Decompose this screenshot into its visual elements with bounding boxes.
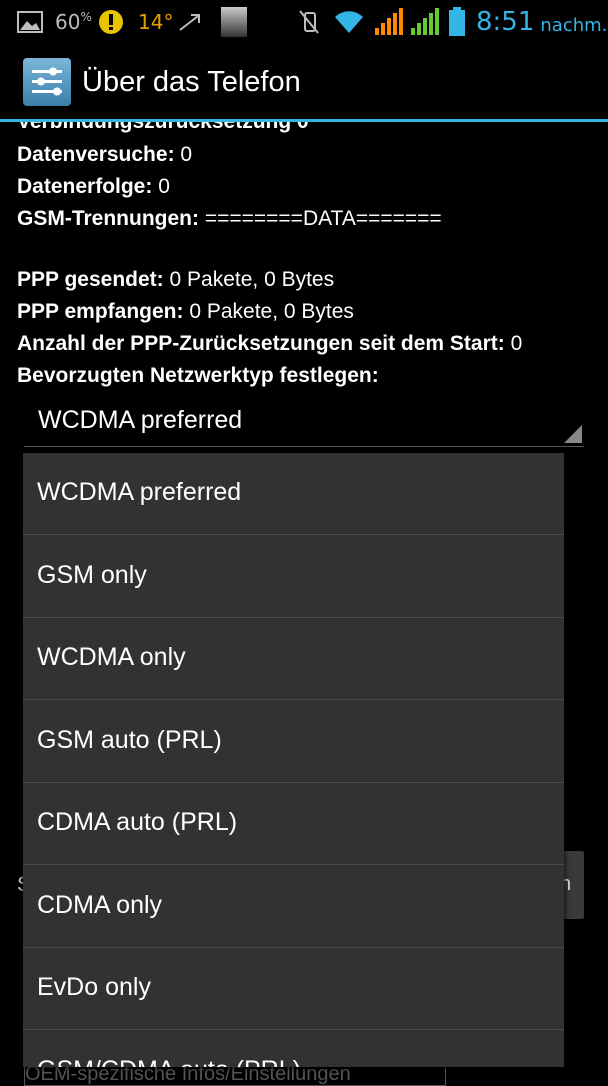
info-row: PPP gesendet: 0 Pakete, 0 Bytes bbox=[17, 268, 335, 291]
action-bar: Über das Telefon bbox=[0, 44, 608, 122]
option-label: WCDMA preferred bbox=[37, 478, 242, 506]
dropdown-option[interactable]: GSM only bbox=[23, 536, 564, 618]
option-label: WCDMA only bbox=[37, 643, 186, 671]
signal-strength-green-icon bbox=[410, 6, 440, 38]
info-row: Datenerfolge: 0 bbox=[17, 175, 170, 198]
wifi-icon bbox=[333, 6, 365, 38]
signal-strength-orange-icon bbox=[374, 6, 404, 38]
temperature-indicator: 14° bbox=[138, 6, 173, 38]
info-row: GSM-Trennungen: ========DATA======= bbox=[17, 207, 442, 230]
option-label: GSM auto (PRL) bbox=[37, 726, 222, 754]
clock-time: 8:51 bbox=[476, 7, 535, 37]
battery-icon bbox=[448, 6, 466, 38]
network-type-dropdown: WCDMA preferred GSM only WCDMA only GSM … bbox=[23, 453, 564, 1067]
option-label: CDMA only bbox=[37, 891, 163, 919]
battery-percent-text: 60 bbox=[55, 10, 81, 34]
battery-percent-indicator: 60 % bbox=[55, 10, 92, 34]
dropdown-triangle-icon bbox=[564, 425, 582, 443]
option-label: GSM only bbox=[37, 561, 147, 589]
dropdown-option[interactable]: GSM auto (PRL) bbox=[23, 701, 564, 783]
vibrate-mute-icon bbox=[297, 6, 321, 38]
clock: 8:51 nachm. bbox=[476, 6, 607, 38]
preferred-network-spinner[interactable]: WCDMA preferred bbox=[24, 396, 584, 447]
info-row: PPP empfangen: 0 Pakete, 0 Bytes bbox=[17, 300, 354, 323]
option-label: EvDo only bbox=[37, 973, 151, 1001]
info-row: Datenversuche: 0 bbox=[17, 143, 193, 166]
notification-thumbnail-icon bbox=[221, 6, 247, 38]
info-row: Anzahl der PPP-Zurücksetzungen seit dem … bbox=[17, 332, 523, 355]
option-label: CDMA auto (PRL) bbox=[37, 808, 238, 836]
dropdown-option[interactable]: WCDMA only bbox=[23, 618, 564, 700]
clock-suffix: nachm. bbox=[540, 14, 608, 36]
spinner-selected-value: WCDMA preferred bbox=[38, 406, 243, 434]
option-label: GSM/CDMA auto (PRL) bbox=[37, 1056, 301, 1067]
info-cut-line: Verbindungszurücksetzung 0 bbox=[17, 122, 309, 138]
page-title: Über das Telefon bbox=[82, 66, 301, 98]
settings-app-icon[interactable] bbox=[23, 58, 71, 106]
dropdown-option[interactable]: GSM/CDMA auto (PRL) bbox=[23, 1031, 564, 1067]
info-row: Bevorzugten Netzwerktyp festlegen: bbox=[17, 364, 379, 387]
dropdown-option[interactable]: WCDMA preferred bbox=[23, 453, 564, 535]
gallery-icon bbox=[17, 6, 43, 38]
trend-arrow-icon bbox=[178, 6, 202, 38]
temperature-text: 14° bbox=[138, 10, 174, 34]
status-bar: 60 % 14° 8:51 nachm. bbox=[0, 0, 608, 44]
dropdown-option[interactable]: CDMA only bbox=[23, 866, 564, 948]
dropdown-option[interactable]: CDMA auto (PRL) bbox=[23, 783, 564, 865]
dropdown-option[interactable]: EvDo only bbox=[23, 948, 564, 1030]
warning-icon bbox=[98, 6, 124, 38]
